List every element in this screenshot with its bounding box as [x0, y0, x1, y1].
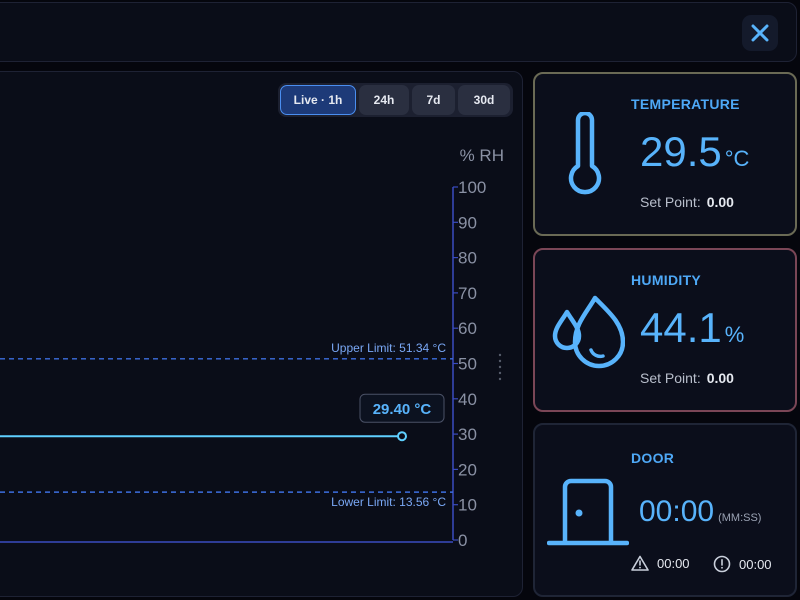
- close-button[interactable]: [742, 15, 778, 51]
- y-tick-label: 70: [458, 284, 477, 303]
- humidity-setpoint: Set Point: 0.00: [640, 370, 734, 386]
- y-tick-label: 60: [458, 319, 477, 338]
- door-icon: [546, 477, 630, 551]
- door-title: DOOR: [631, 450, 675, 466]
- temperature-unit: °C: [724, 146, 750, 171]
- temperature-value: 29.5 °C: [640, 128, 750, 175]
- y-axis-label: % RH: [460, 146, 504, 165]
- warning-icon: [631, 555, 649, 571]
- thermometer-icon: [565, 110, 605, 200]
- y-tick-label: 90: [458, 213, 477, 232]
- y-tick-label: 100: [458, 178, 486, 197]
- humidity-value: 44.1%: [640, 304, 745, 351]
- humidity-chart: % RH 0 10 20 30 40 50 60 70 80 90 100 Upper Limit: 5…: [0, 146, 504, 550]
- humidity-title: HUMIDITY: [631, 272, 702, 288]
- y-tick-label: 30: [458, 425, 477, 444]
- y-tick-label: 50: [458, 355, 477, 374]
- door-time-format: (MM:SS): [718, 512, 762, 524]
- humidity-unit: %: [724, 322, 745, 347]
- water-drops-icon: [549, 292, 626, 378]
- lower-limit-label: Lower Limit: 13.56 °C: [331, 495, 446, 509]
- y-tick-label: 20: [458, 460, 477, 479]
- humidity-card[interactable]: HUMIDITY 44.1% Set Point: 0.00: [533, 248, 797, 412]
- y-tick-label: 80: [458, 249, 477, 268]
- current-value-point: [397, 431, 407, 442]
- y-tick-label: 10: [458, 496, 477, 515]
- alert-circle-icon: [713, 555, 731, 573]
- upper-limit-label: Upper Limit: 51.34 °C: [331, 341, 446, 355]
- current-value-label: 29.40 °C: [373, 401, 432, 418]
- close-icon: [751, 24, 769, 42]
- door-warning-status: 00:00: [631, 555, 690, 571]
- temperature-card[interactable]: TEMPERATURE 29.5 °C Set Point: 0.00: [533, 72, 797, 236]
- door-alarm-status: 00:00: [713, 555, 772, 573]
- temperature-setpoint: Set Point: 0.00: [640, 194, 734, 210]
- panel-resize-handle[interactable]: [497, 352, 503, 384]
- temperature-title: TEMPERATURE: [631, 96, 740, 112]
- door-card[interactable]: DOOR 00:00 (MM:SS) 00:00 00:00: [533, 423, 797, 597]
- door-open-time: 00:00 (MM:SS): [639, 495, 762, 528]
- y-tick-label: 0: [458, 531, 467, 550]
- y-tick-label: 40: [458, 390, 477, 409]
